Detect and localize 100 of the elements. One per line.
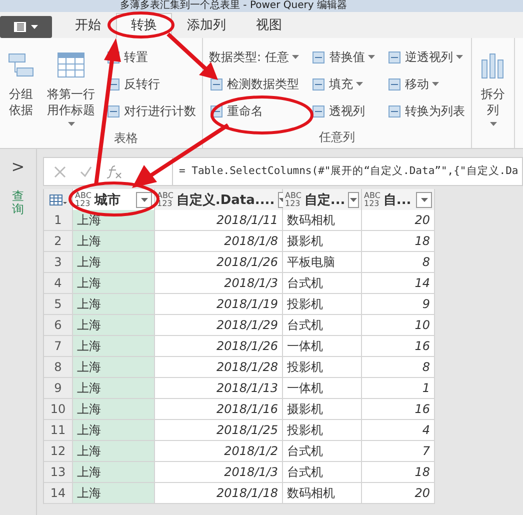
table-cell: 2018/1/16 [155,399,283,420]
caret-icon [356,82,363,86]
ribbon-button[interactable]: 替换值 [309,46,377,68]
group-label: 任意列 [318,129,356,146]
caret-icon [292,55,299,59]
highlight-circle [108,12,174,38]
table-cell: 4 [362,420,435,441]
row-number: 14 [44,483,73,504]
box-icon [311,76,326,92]
table-cell: 16 [362,336,435,357]
ribbon-tab[interactable]: 视图 [241,13,297,38]
table-cell: 数码相机 [283,483,362,504]
ribbon-button[interactable]: 移动 [385,73,467,95]
table-cell: 2018/1/25 [155,420,283,441]
table-cell: 台式机 [283,273,362,294]
table-cell: 台式机 [283,462,362,483]
type-label[interactable]: ABC 123 [364,192,380,208]
table-cell: 上海 [73,399,155,420]
table-cell: 8 [362,252,435,273]
table-cell: 2018/1/13 [155,378,283,399]
filter-dropdown-icon[interactable] [348,192,359,208]
table-cell: 平板电脑 [283,252,362,273]
filter-dropdown-icon[interactable] [136,192,152,208]
table-cell: 上海 [73,273,155,294]
table-cell: 14 [362,273,435,294]
caret-icon [432,82,439,86]
table-cell: 上海 [73,336,155,357]
table-cell: 2018/1/3 [155,462,283,483]
table-cell: 摄影机 [283,399,362,420]
table-cell: 上海 [73,357,155,378]
row-number: 8 [44,357,73,378]
formula-bar[interactable]: = Table.SelectColumns(#"展开的“自定义.Data”",{"自定义.Da [43,157,523,186]
table-cell: 上海 [73,252,155,273]
table-cell: 一体机 [283,378,362,399]
ribbon-button[interactable]: 检测数据类型 [207,73,301,95]
box-icon [209,76,224,92]
table-cell: 2018/1/26 [155,336,283,357]
ribbon-button[interactable]: 透视列 [309,100,377,122]
caret-icon [68,122,74,126]
box-icon [387,50,402,64]
function-icon[interactable] [106,164,122,178]
table-cell: 2018/1/3 [155,273,283,294]
table-cell: 投影机 [283,357,362,378]
caret-icon [456,55,463,59]
type-label[interactable]: ABC 123 [285,192,302,208]
table-cell: 上海 [73,231,155,252]
file-menu-button[interactable] [0,16,52,38]
ribbon-tab[interactable]: 添加列 [172,13,241,38]
box-icon [106,104,121,118]
expand-button[interactable]: > [11,157,25,176]
row-number: 13 [44,462,73,483]
table-cell: 台式机 [283,441,362,462]
box-icon [311,104,326,118]
ribbon-button[interactable]: 分组 依据 [4,46,38,122]
table-cell: 上海 [73,441,155,462]
ribbon-button[interactable]: 填充 [309,73,377,95]
table-cell: 上海 [73,294,155,315]
table-cell: 2018/1/28 [155,357,283,378]
ribbon-dropdown[interactable]: 数据类型: 任意 [207,46,301,68]
table-cell: 上海 [73,315,155,336]
table-cell: 18 [362,231,435,252]
table-cell: 2018/1/18 [155,483,283,504]
row-number: 10 [44,399,73,420]
table-cell: 上海 [73,483,155,504]
row-number: 7 [44,336,73,357]
box-icon [311,50,326,64]
row-number: 6 [44,315,73,336]
row-number: 12 [44,441,73,462]
table-cell: 2018/1/29 [155,315,283,336]
row-number: 2 [44,231,73,252]
table-cell: 20 [362,483,435,504]
table-cell: 1 [362,378,435,399]
table-cell: 18 [362,462,435,483]
table-cell: 16 [362,399,435,420]
ribbon-button[interactable]: 重命名 [207,100,301,122]
box-icon [387,76,402,92]
ribbon-button[interactable]: 转换为列表 [385,100,467,122]
caret-icon [490,122,496,126]
caret-icon [368,55,375,59]
table-cell: 台式机 [283,315,362,336]
filter-dropdown-icon[interactable] [416,192,432,208]
type-label[interactable]: ABC 123 [75,192,92,208]
row-number: 9 [44,378,73,399]
formula-text: = Table.SelectColumns(#"展开的“自定义.Data”",{"自定义.Da [178,164,518,179]
check-icon[interactable] [80,166,92,178]
table-cell: 摄影机 [283,231,362,252]
ribbon-button[interactable]: 逆透视列 [385,46,467,68]
ribbon-button[interactable]: 反转行 [104,73,198,95]
ribbon-tab[interactable]: 开始 [60,13,116,38]
ribbon-button[interactable]: 拆分 列 [476,46,510,130]
ribbon-button[interactable]: 对行进行计数 [104,100,198,122]
table-cell: 2018/1/11 [155,210,283,231]
table-cell: 7 [362,441,435,462]
table-cell: 8 [362,357,435,378]
row-number: 4 [44,273,73,294]
ribbon-button[interactable]: 将第一行 用作标题 [46,46,96,130]
table-cell: 2018/1/2 [155,441,283,462]
table-cell: 9 [362,294,435,315]
row-number: 11 [44,420,73,441]
row-number: 3 [44,252,73,273]
